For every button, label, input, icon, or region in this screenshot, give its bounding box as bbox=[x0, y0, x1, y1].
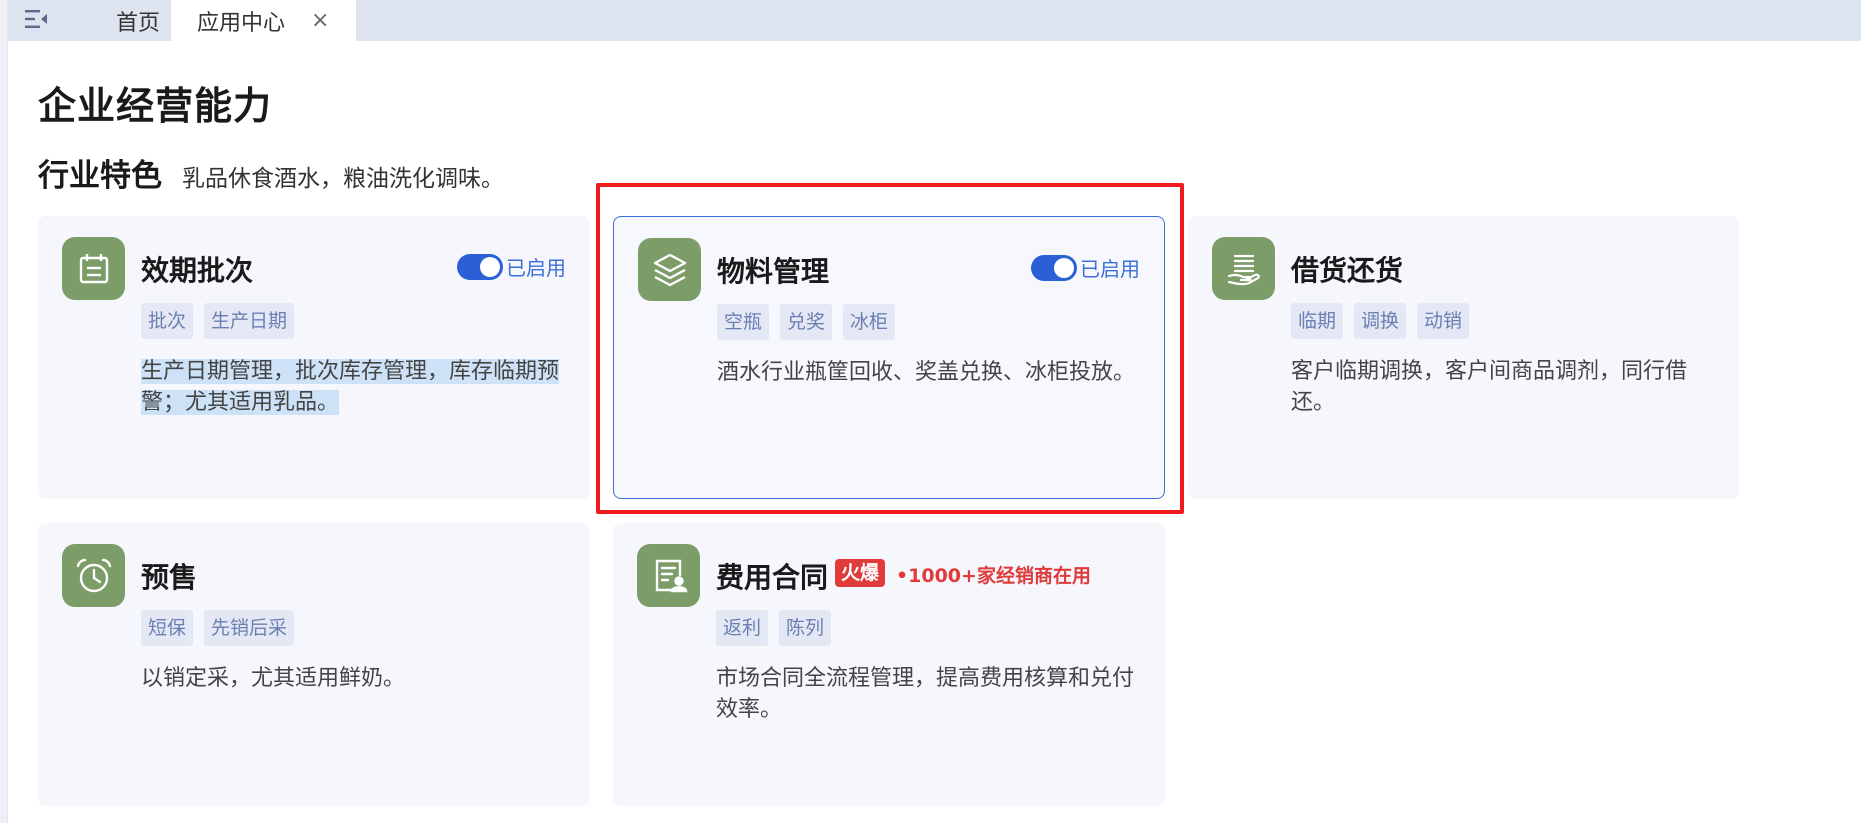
tag: 先销后采 bbox=[204, 610, 295, 646]
tag: 短保 bbox=[141, 610, 194, 646]
tab-app-center[interactable]: 应用中心 × bbox=[171, 0, 356, 41]
tag-list: 空瓶 兑奖 冰柜 bbox=[717, 304, 896, 340]
tag: 动销 bbox=[1417, 303, 1470, 339]
card-title: 借货还货 bbox=[1291, 254, 1404, 287]
feature-card-borrow-return[interactable]: 借货还货 临期 调换 动销 客户临期调换，客户间商品调剂，同行借还。 bbox=[1188, 216, 1739, 499]
tag: 冰柜 bbox=[843, 304, 896, 340]
toggle-label: 已启用 bbox=[1080, 257, 1140, 281]
feature-card-expiry-batch[interactable]: 效期批次 已启用 批次 生产日期 生产日期管理，批次库存管理，库存临期预警；尤其… bbox=[38, 216, 590, 499]
selected-text: 生产日期管理，批次库存管理，库存临期预警；尤其适用乳品。 bbox=[141, 359, 560, 415]
card-description: 生产日期管理，批次库存管理，库存临期预警；尤其适用乳品。 bbox=[141, 356, 571, 418]
toggle-switch[interactable] bbox=[457, 253, 503, 280]
toggle-switch[interactable] bbox=[1031, 254, 1077, 281]
tag: 批次 bbox=[141, 303, 194, 339]
enable-toggle[interactable]: 已启用 bbox=[1031, 253, 1140, 282]
card-title: 效期批次 bbox=[141, 254, 254, 287]
tag: 生产日期 bbox=[204, 303, 295, 339]
toggle-label: 已启用 bbox=[506, 256, 566, 280]
layers-icon bbox=[638, 238, 701, 301]
tag: 临期 bbox=[1291, 303, 1344, 339]
card-description: 酒水行业瓶筐回收、奖盖兑换、冰柜投放。 bbox=[717, 360, 1136, 385]
tag: 空瓶 bbox=[717, 304, 770, 340]
card-description: 以销定采，尤其适用鲜奶。 bbox=[141, 666, 406, 691]
tab-app-center-label: 应用中心 bbox=[197, 10, 286, 36]
tag-list: 返利 陈列 bbox=[716, 610, 832, 646]
alarm-clock-icon bbox=[62, 544, 125, 607]
close-icon[interactable]: × bbox=[311, 9, 329, 32]
section-description: 乳品休食酒水，粮油洗化调味。 bbox=[182, 166, 504, 192]
feature-card-expense-contract[interactable]: 费用合同 火爆 •1000+家经销商在用 返利 陈列 市场合同全流程管理，提高费… bbox=[613, 523, 1165, 806]
card-title: 预售 bbox=[141, 561, 198, 594]
card-title: 费用合同 bbox=[716, 561, 829, 594]
hand-document-icon bbox=[1212, 237, 1275, 300]
tag: 兑奖 bbox=[780, 304, 833, 340]
section-header: 行业特色 乳品休食酒水，粮油洗化调味。 bbox=[38, 150, 504, 195]
feature-card-presale[interactable]: 预售 短保 先销后采 以销定采，尤其适用鲜奶。 bbox=[38, 523, 590, 806]
usage-count-text: •1000+家经销商在用 bbox=[896, 565, 1091, 587]
card-title: 物料管理 bbox=[717, 255, 830, 288]
tab-bar: 首页 应用中心 × bbox=[8, 0, 1861, 41]
calendar-icon bbox=[62, 237, 125, 300]
window-left-edge bbox=[0, 0, 8, 823]
page-title: 企业经营能力 bbox=[38, 84, 273, 128]
tab-home-label: 首页 bbox=[115, 10, 160, 36]
hot-badge: 火爆 bbox=[835, 559, 886, 587]
tag-list: 短保 先销后采 bbox=[141, 610, 295, 646]
tag-list: 临期 调换 动销 bbox=[1291, 303, 1470, 339]
tag: 返利 bbox=[716, 610, 769, 646]
menu-collapse-icon[interactable] bbox=[22, 4, 52, 34]
enable-toggle[interactable]: 已启用 bbox=[457, 252, 566, 281]
card-description: 客户临期调换，客户间商品调剂，同行借还。 bbox=[1291, 359, 1688, 415]
feature-card-material-management[interactable]: 物料管理 已启用 空瓶 兑奖 冰柜 酒水行业瓶筐回收、奖盖兑换、冰柜投放。 bbox=[613, 216, 1165, 499]
tag-list: 批次 生产日期 bbox=[141, 303, 295, 339]
card-description: 市场合同全流程管理，提高费用核算和兑付效率。 bbox=[716, 666, 1135, 722]
tag: 调换 bbox=[1354, 303, 1407, 339]
contract-user-icon bbox=[637, 544, 700, 607]
section-title: 行业特色 bbox=[38, 158, 162, 194]
tag: 陈列 bbox=[779, 610, 832, 646]
